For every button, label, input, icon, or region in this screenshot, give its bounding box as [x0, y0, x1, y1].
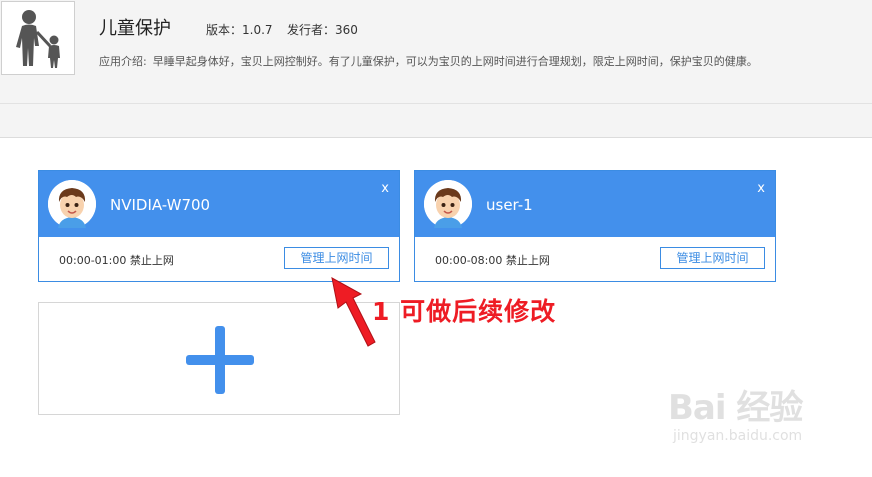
remove-device-button[interactable]: x	[757, 181, 765, 196]
baidu-watermark: Bai 经验 jingyan.baidu.com	[668, 380, 868, 460]
remove-device-button[interactable]: x	[381, 181, 389, 196]
device-card: NVIDIA-W700 x 00:00-01:00 禁止上网 管理上网时间	[38, 170, 400, 282]
schedule-text: 00:00-08:00 禁止上网	[435, 254, 550, 267]
boy-avatar-icon	[48, 180, 96, 228]
watermark-logo: Bai 经验	[668, 388, 803, 428]
boy-avatar-icon	[424, 180, 472, 228]
app-description: 应用介绍: 早睡早起身体好，宝贝上网控制好。有了儿童保护，可以为宝贝的上网时间进行…	[99, 53, 758, 69]
version-label: 版本：1.0.7	[206, 23, 273, 37]
schedule-text: 00:00-01:00 禁止上网	[59, 254, 174, 267]
app-icon	[1, 1, 75, 75]
device-name: NVIDIA-W700	[110, 196, 211, 214]
desc-label: 应用介绍:	[99, 55, 147, 68]
desc-text: 早睡早起身体好，宝贝上网控制好。有了儿童保护，可以为宝贝的上网时间进行合理规划，…	[152, 55, 758, 68]
card-header: NVIDIA-W700 x	[39, 171, 399, 237]
app-title: 儿童保护	[99, 18, 171, 39]
device-card: user-1 x 00:00-08:00 禁止上网 管理上网时间	[414, 170, 776, 282]
card-header: user-1 x	[415, 171, 775, 237]
card-body: 00:00-08:00 禁止上网 管理上网时间	[415, 237, 775, 281]
publisher-label: 发行者：360	[287, 23, 358, 37]
device-name: user-1	[486, 196, 533, 214]
watermark-url: jingyan.baidu.com	[673, 428, 803, 444]
manage-time-button[interactable]: 管理上网时间	[284, 247, 389, 269]
annotation-text: 1 可做后续修改	[372, 297, 557, 326]
app-header: 儿童保护 版本：1.0.7 发行者：360 应用介绍: 早睡早起身体好，宝贝上网控…	[0, 0, 872, 138]
manage-time-button[interactable]: 管理上网时间	[660, 247, 765, 269]
parent-child-icon	[16, 10, 60, 68]
header-divider	[0, 103, 872, 104]
plus-icon-bar	[186, 355, 254, 365]
